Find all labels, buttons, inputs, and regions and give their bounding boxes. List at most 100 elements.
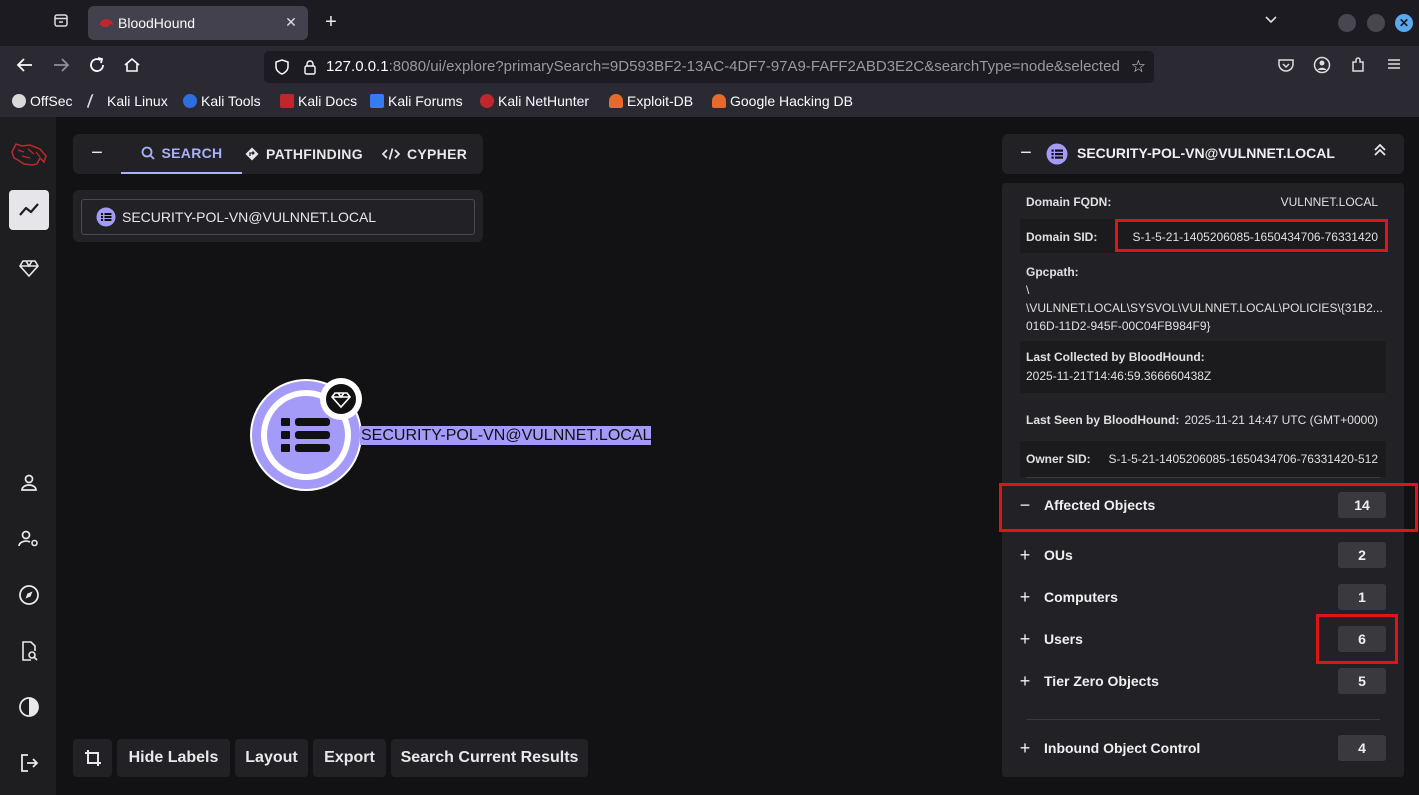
double-chevron-up-icon[interactable]	[1370, 143, 1390, 163]
prop-last-collected: Last Collected by BloodHound: 2025-11-21…	[1020, 341, 1386, 393]
logout-icon[interactable]	[9, 743, 49, 783]
tab-list-icon[interactable]	[50, 12, 72, 34]
bookmark-label: OffSec	[30, 93, 73, 109]
bookmark-kali-nethunter[interactable]: Kali NetHunter	[480, 93, 589, 109]
tab-pathfinding[interactable]: PATHFINDING	[245, 134, 363, 174]
bookmarks-toolbar: OffSec Kali Linux Kali Tools Kali Docs K…	[0, 88, 1419, 117]
expand-icon: +	[1019, 629, 1031, 649]
divider	[1026, 477, 1380, 478]
bookmark-kali-linux[interactable]: Kali Linux	[86, 93, 168, 109]
export-button[interactable]: Export	[313, 739, 386, 777]
collapse-search-button[interactable]: −	[87, 143, 107, 164]
section-inbound-object-control[interactable]: + Inbound Object Control 4	[1014, 730, 1394, 766]
tab-close-icon[interactable]: ✕	[282, 13, 300, 31]
bookmark-label: Exploit-DB	[627, 93, 694, 109]
prop-key: Last Collected by BloodHound:	[1026, 350, 1205, 364]
collapse-panel-button[interactable]: −	[1016, 143, 1036, 163]
url-bar[interactable]: 127.0.0.1:8080/ui/explore?primarySearch=…	[264, 51, 1154, 83]
prop-key: Owner SID:	[1026, 452, 1091, 466]
fit-graph-button[interactable]	[73, 739, 112, 777]
tab-cypher[interactable]: CYPHER	[382, 134, 467, 174]
tab-search-label: SEARCH	[161, 145, 223, 161]
prop-value: VULNNET.LOCAL	[1280, 195, 1378, 209]
prop-value-line: 016D-11D2-945F-00C04FB984F9}	[1026, 319, 1211, 333]
hide-labels-button[interactable]: Hide Labels	[117, 739, 230, 777]
tab-search[interactable]: SEARCH	[121, 134, 242, 174]
kali-docs-icon	[280, 94, 294, 108]
kali-tools-icon	[183, 94, 197, 108]
minimize-window-button[interactable]	[1338, 14, 1356, 32]
prop-key: Domain SID:	[1026, 230, 1098, 244]
bookmark-offsec[interactable]: OffSec	[12, 93, 73, 109]
expand-icon: +	[1019, 545, 1031, 565]
list-all-tabs-icon[interactable]	[1262, 12, 1280, 32]
prop-owner-sid: Owner SID: S-1-5-21-1405206085-165043470…	[1020, 441, 1386, 477]
section-ous[interactable]: + OUs 2	[1014, 537, 1394, 573]
compass-icon[interactable]	[9, 575, 49, 615]
bookmark-star-icon[interactable]: ☆	[1131, 57, 1146, 77]
expand-icon: +	[1019, 671, 1031, 691]
url-path: :8080/ui/explore?primarySearch=9D593BF2-…	[388, 58, 1120, 75]
back-arrow-icon[interactable]	[14, 56, 36, 78]
bloodhound-app: − SEARCH PATHFINDING CYPHER SECURITY-POL…	[0, 117, 1419, 795]
section-count: 4	[1338, 735, 1386, 761]
bookmark-label: Kali NetHunter	[498, 93, 590, 109]
bookmark-kali-forums[interactable]: Kali Forums	[370, 93, 463, 109]
bookmark-kali-docs[interactable]: Kali Docs	[280, 93, 357, 109]
tab-cypher-label: CYPHER	[407, 146, 468, 162]
prop-domain-fqdn: Domain FQDN: VULNNET.LOCAL	[1020, 189, 1386, 213]
explore-toolbar: − SEARCH PATHFINDING CYPHER	[73, 134, 483, 174]
bloodhound-logo-icon[interactable]	[9, 135, 49, 175]
layout-button[interactable]: Layout	[235, 739, 308, 777]
account-icon[interactable]	[1311, 56, 1333, 78]
entity-properties-panel: Domain FQDN: VULNNET.LOCAL Domain SID: S…	[1002, 183, 1404, 777]
prop-key: Domain FQDN:	[1026, 195, 1112, 209]
close-window-button[interactable]: ✕	[1395, 14, 1413, 32]
user-settings-icon[interactable]	[9, 519, 49, 559]
pathfinding-icon	[245, 147, 259, 161]
section-label: OUs	[1044, 547, 1073, 563]
bookmark-exploit-db[interactable]: Exploit-DB	[609, 93, 693, 109]
tier-zero-gem-icon[interactable]	[9, 248, 49, 288]
bookmark-google-hacking-db[interactable]: Google Hacking DB	[712, 93, 853, 109]
pocket-icon[interactable]	[1275, 56, 1297, 78]
bookmark-label: Kali Linux	[107, 93, 168, 109]
theme-toggle-icon[interactable]	[9, 687, 49, 727]
search-current-results-button[interactable]: Search Current Results	[391, 739, 588, 777]
maximize-window-button[interactable]	[1367, 14, 1385, 32]
prop-last-seen: Last Seen by BloodHound: 2025-11-21 14:4…	[1020, 405, 1386, 435]
entity-panel-header: − SECURITY-POL-VN@VULNNET.LOCAL	[1002, 134, 1404, 174]
menu-icon[interactable]	[1383, 56, 1405, 78]
file-search-icon[interactable]	[9, 631, 49, 671]
page-info-icon[interactable]	[302, 59, 318, 75]
highlight-users-count	[1316, 614, 1398, 664]
prop-value: 2025-11-21 14:47 UTC (GMT+0000)	[1184, 413, 1378, 427]
browser-tab[interactable]: BloodHound ✕	[88, 6, 308, 40]
section-label: Inbound Object Control	[1044, 740, 1201, 756]
prop-key: Gpcpath:	[1026, 265, 1079, 279]
url-host: 127.0.0.1	[326, 58, 389, 75]
tab-title: BloodHound	[118, 15, 196, 31]
reload-icon[interactable]	[86, 56, 108, 78]
section-computers[interactable]: + Computers 1	[1014, 579, 1394, 615]
bookmark-label: Kali Forums	[388, 93, 463, 109]
prop-value-line: \	[1026, 283, 1030, 297]
bookmark-label: Kali Tools	[201, 93, 261, 109]
graph-node-label: SECURITY-POL-VN@VULNNET.LOCAL	[360, 426, 652, 445]
home-icon[interactable]	[121, 56, 143, 78]
extensions-icon[interactable]	[1347, 56, 1369, 78]
explore-nav-icon[interactable]	[9, 190, 49, 230]
url-text[interactable]: 127.0.0.1:8080/ui/explore?primarySearch=…	[326, 58, 1121, 75]
expand-icon: +	[1019, 738, 1031, 758]
search-value: SECURITY-POL-VN@VULNNET.LOCAL	[122, 209, 377, 225]
forward-arrow-icon[interactable]	[50, 56, 72, 78]
tracking-shield-icon[interactable]	[274, 59, 290, 75]
node-search-input[interactable]: SECURITY-POL-VN@VULNNET.LOCAL	[81, 199, 475, 235]
tab-pathfinding-label: PATHFINDING	[266, 146, 363, 162]
bookmark-kali-tools[interactable]: Kali Tools	[183, 93, 261, 109]
section-tier-zero-objects[interactable]: + Tier Zero Objects 5	[1014, 663, 1394, 699]
user-icon[interactable]	[9, 463, 49, 503]
divider	[1026, 719, 1380, 720]
exploit-db-icon	[609, 94, 623, 108]
new-tab-icon[interactable]: +	[320, 11, 342, 33]
